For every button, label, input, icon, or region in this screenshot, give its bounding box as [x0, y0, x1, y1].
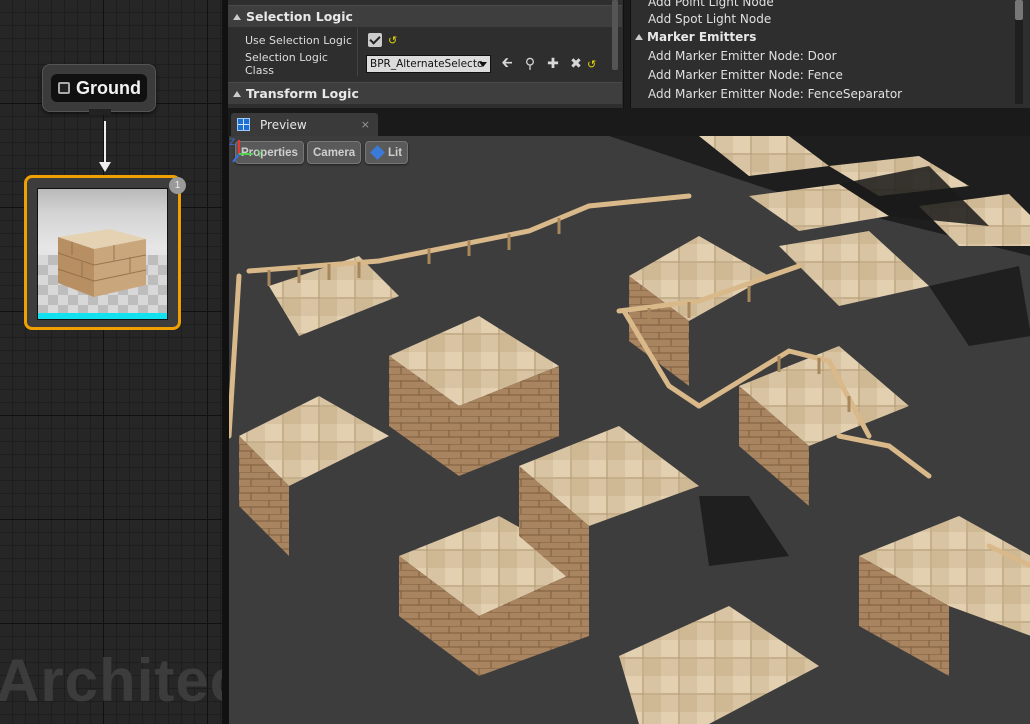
node-output-pin[interactable]	[89, 109, 111, 115]
selection-logic-class-row: Selection Logic Class BPR_AlternateSelec…	[228, 51, 618, 77]
close-icon[interactable]: ✖	[569, 56, 583, 72]
lit-button[interactable]: Lit	[365, 141, 409, 164]
mesh-thumbnail	[37, 188, 168, 320]
node-actions-list: Add Point Light Node Add Spot Light Node…	[630, 0, 1030, 108]
collapse-arrow-icon[interactable]	[233, 13, 241, 20]
search-icon[interactable]: ⚲	[523, 56, 537, 72]
ground-node-label: Ground	[76, 77, 141, 98]
connector-wire	[104, 121, 106, 165]
combo-value: BPR_AlternateSelecto	[370, 58, 484, 70]
use-selection-logic-row: Use Selection Logic ↺	[228, 28, 618, 52]
section-transform-logic[interactable]: Transform Logic	[228, 82, 622, 104]
list-item[interactable]: Add Marker Emitter Node: Door	[648, 49, 837, 63]
thumbnail-status-bar	[38, 313, 167, 319]
graph-panel[interactable]: Ground 1 Architect	[0, 0, 222, 724]
use-selection-logic-checkbox[interactable]	[368, 33, 382, 47]
watermark-text: Architect	[0, 647, 222, 714]
selection-logic-class-label: Selection Logic Class	[245, 51, 328, 77]
list-scrollbar-thumb[interactable]	[1015, 0, 1023, 20]
lit-sphere-icon	[370, 145, 385, 160]
list-category-marker-emitters[interactable]: Marker Emitters	[635, 30, 756, 44]
preview-tab-bar: Preview ×	[228, 110, 1030, 136]
collapse-arrow-icon[interactable]	[233, 90, 241, 97]
cube-mesh-icon	[57, 229, 147, 297]
list-item[interactable]: Add Marker Emitter Node: Fence	[648, 68, 843, 82]
section-title: Selection Logic	[246, 9, 353, 24]
axis-gizmo: Z Y	[229, 138, 263, 163]
preview-viewport[interactable]: Properties Camera Lit Z Y	[228, 136, 1030, 724]
details-scrollbar[interactable]	[612, 0, 618, 70]
plus-icon[interactable]: ✚	[546, 56, 560, 72]
connector-arrow-icon	[99, 162, 111, 172]
mesh-node[interactable]	[24, 175, 181, 330]
tab-label: Preview	[260, 117, 307, 132]
scene-render	[229, 136, 1030, 724]
list-item[interactable]: Add Spot Light Node	[648, 12, 771, 26]
reset-icon[interactable]: ↺	[388, 34, 397, 47]
section-selection-logic[interactable]: Selection Logic	[228, 5, 622, 27]
arrow-left-icon[interactable]: 🡰	[500, 52, 514, 76]
selection-logic-class-combo[interactable]: BPR_AlternateSelecto	[366, 55, 491, 73]
collapse-arrow-icon[interactable]	[635, 34, 643, 40]
lit-label: Lit	[388, 146, 403, 159]
axis-y-label: Y	[256, 150, 263, 160]
use-selection-logic-label: Use Selection Logic	[245, 33, 352, 47]
column-divider[interactable]	[357, 52, 358, 76]
list-item[interactable]: Add Point Light Node	[648, 0, 774, 9]
ground-node-header: Ground	[51, 74, 147, 102]
node-pin-icon[interactable]	[58, 82, 70, 94]
viewport-icon	[237, 118, 250, 131]
mesh-count-badge: 1	[169, 177, 186, 194]
axis-z-label: Z	[229, 138, 235, 148]
chevron-down-icon	[479, 62, 487, 67]
details-panel: Selection Logic Use Selection Logic ↺ Se…	[228, 0, 624, 108]
list-item[interactable]: Add Marker Emitter Node: FenceSeparator	[648, 87, 902, 101]
reset-icon[interactable]: ↺	[587, 58, 596, 71]
ground-node[interactable]: Ground	[42, 64, 156, 115]
tab-preview[interactable]: Preview ×	[231, 113, 378, 136]
category-label: Marker Emitters	[647, 30, 757, 44]
column-divider[interactable]	[357, 28, 358, 52]
section-title: Transform Logic	[246, 86, 359, 101]
camera-button[interactable]: Camera	[307, 141, 362, 164]
close-icon[interactable]: ×	[361, 118, 370, 131]
